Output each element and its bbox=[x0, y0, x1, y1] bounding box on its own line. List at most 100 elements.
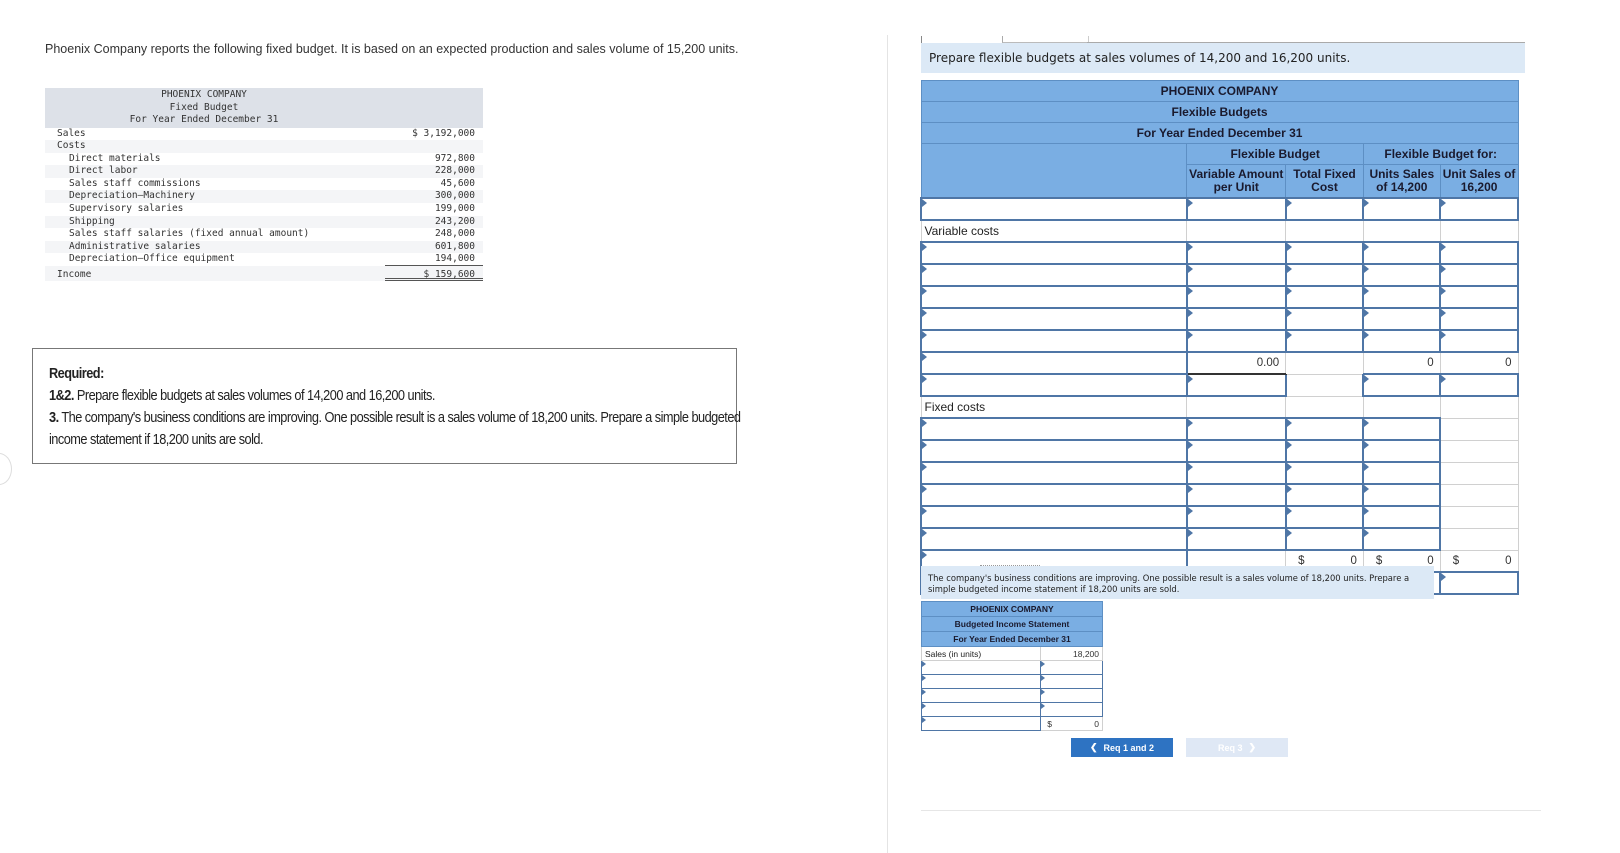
units-14200-input[interactable] bbox=[1362, 329, 1442, 353]
variable-amount-input[interactable] bbox=[1185, 285, 1287, 309]
amount-input[interactable] bbox=[1040, 660, 1103, 675]
units-14200-input[interactable] bbox=[1362, 197, 1442, 221]
amount-input[interactable] bbox=[1040, 702, 1103, 717]
fixed-budget-row: Administrative salaries 601,800 bbox=[45, 240, 483, 254]
empty-cell bbox=[1439, 219, 1519, 243]
units-14200-input[interactable] bbox=[1362, 373, 1442, 397]
units-14200-input[interactable] bbox=[1362, 417, 1442, 441]
variable-amount-input[interactable] bbox=[1185, 197, 1287, 221]
fixed-budget-row: Sales $ 3,192,000 bbox=[45, 128, 483, 141]
row-label-input[interactable] bbox=[920, 417, 1188, 441]
req12-text: Prepare flexible budgets at sales volume… bbox=[73, 388, 436, 404]
variable-amount-input[interactable] bbox=[1185, 505, 1287, 529]
row-label-input[interactable] bbox=[920, 263, 1188, 287]
units-16200-input[interactable] bbox=[1439, 263, 1519, 287]
variable-amount-input[interactable] bbox=[1185, 439, 1287, 463]
row-label-input[interactable] bbox=[920, 483, 1188, 507]
row-label-input[interactable] bbox=[920, 307, 1188, 331]
row-label-input[interactable] bbox=[920, 285, 1188, 309]
row-label-input[interactable] bbox=[920, 439, 1188, 463]
chevron-left-icon: ❮ bbox=[1089, 742, 1098, 752]
units-16200-cell bbox=[1439, 505, 1519, 529]
row-label-input[interactable] bbox=[920, 527, 1188, 551]
fixed-cost-input[interactable] bbox=[1284, 263, 1365, 287]
units-16200-input[interactable] bbox=[1439, 571, 1519, 595]
units-14200-input[interactable] bbox=[1362, 505, 1442, 529]
variable-amount-input[interactable] bbox=[1185, 461, 1287, 485]
row-label-input[interactable] bbox=[920, 351, 1188, 375]
variable-amount-input[interactable] bbox=[1185, 417, 1287, 441]
fixed-cost-input[interactable] bbox=[1284, 505, 1365, 529]
bottom-divider bbox=[921, 810, 1541, 811]
units-14200-input[interactable] bbox=[1362, 439, 1442, 463]
row-label-input[interactable] bbox=[920, 329, 1188, 353]
units-14200-input[interactable] bbox=[1362, 263, 1442, 287]
fixed-budget-period: For Year Ended December 31 bbox=[129, 114, 279, 125]
fixed-cost-input[interactable] bbox=[1284, 439, 1365, 463]
fixed-cost-input[interactable] bbox=[1284, 285, 1365, 309]
next-req-button[interactable]: Req 3 ❯ bbox=[1186, 738, 1288, 757]
fixed-budget-row: Sales staff commissions 45,600 bbox=[45, 178, 483, 191]
fixed-cost-input[interactable] bbox=[1284, 197, 1365, 221]
fixed-budget-row: Income $ 159,600 bbox=[45, 266, 483, 282]
row-label-input[interactable] bbox=[920, 505, 1188, 529]
units-14200-input[interactable] bbox=[1362, 461, 1442, 485]
amount-input[interactable] bbox=[1040, 674, 1103, 689]
row-value: $ 3,192,000 bbox=[412, 127, 475, 139]
amount-input[interactable] bbox=[1040, 688, 1103, 703]
flex-group-flexible-budget: Flexible Budget bbox=[1186, 143, 1364, 165]
units-16200-input[interactable] bbox=[1439, 285, 1519, 309]
units-14200-input[interactable] bbox=[1362, 241, 1442, 265]
variable-amount-input[interactable] bbox=[1185, 263, 1287, 287]
fixed-cost-input[interactable] bbox=[1284, 329, 1365, 353]
row-label: Administrative salaries bbox=[69, 240, 201, 252]
row-value: 248,000 bbox=[434, 228, 475, 240]
row-label: Depreciation—Machinery bbox=[69, 190, 195, 202]
req12-number: 1&2. bbox=[49, 388, 74, 404]
row-label-input[interactable] bbox=[920, 674, 1042, 689]
fixed-cost-input[interactable] bbox=[1284, 527, 1365, 551]
row-label-input[interactable] bbox=[920, 197, 1188, 221]
row-label-input[interactable] bbox=[920, 660, 1042, 675]
fixed-cost-input[interactable] bbox=[1284, 417, 1365, 441]
variable-amount-input[interactable] bbox=[1185, 373, 1287, 397]
row-label-input[interactable] bbox=[920, 688, 1042, 703]
units-14200-input[interactable] bbox=[1362, 527, 1442, 551]
variable-amount-input[interactable] bbox=[1185, 483, 1287, 507]
units-14200-input[interactable] bbox=[1362, 483, 1442, 507]
col-variable-amount: Variable Amount per Unit bbox=[1186, 164, 1287, 199]
flex-row-fixed bbox=[920, 417, 1519, 441]
prev-req-button[interactable]: ❮ Req 1 and 2 bbox=[1071, 738, 1173, 757]
row-label: Sales staff commissions bbox=[69, 177, 201, 189]
fixed-budget-row: Direct labor 228,000 bbox=[45, 165, 483, 178]
fixed-budget-title: Fixed Budget bbox=[169, 101, 239, 113]
problem-intro: Phoenix Company reports the following fi… bbox=[45, 42, 739, 56]
fixed-cost-input[interactable] bbox=[1284, 461, 1365, 485]
row-label-input[interactable] bbox=[920, 461, 1188, 485]
row-label-input[interactable] bbox=[920, 373, 1188, 397]
units-16200-input[interactable] bbox=[1439, 307, 1519, 331]
variable-amount-input[interactable] bbox=[1185, 329, 1287, 353]
variable-amount-input[interactable] bbox=[1185, 241, 1287, 265]
empty-cell bbox=[1439, 395, 1519, 419]
units-14200-input[interactable] bbox=[1362, 285, 1442, 309]
row-label-input[interactable] bbox=[920, 716, 1042, 731]
row-value: 199,000 bbox=[434, 203, 475, 215]
variable-amount-input[interactable] bbox=[1185, 307, 1287, 331]
fixed-cost-input[interactable] bbox=[1284, 307, 1365, 331]
units-16200-input[interactable] bbox=[1439, 197, 1519, 221]
tab-req3[interactable] bbox=[1002, 36, 1089, 43]
empty-cell bbox=[1285, 219, 1364, 243]
row-label-input[interactable] bbox=[920, 241, 1188, 265]
budgeted-income-table: PHOENIX COMPANY Budgeted Income Statemen… bbox=[920, 601, 1103, 731]
units-16200-input[interactable] bbox=[1439, 373, 1519, 397]
side-scroll-handle[interactable] bbox=[0, 453, 12, 485]
units-14200-input[interactable] bbox=[1362, 307, 1442, 331]
empty-cell bbox=[1285, 373, 1364, 397]
units-16200-input[interactable] bbox=[1439, 329, 1519, 353]
row-label-input[interactable] bbox=[920, 702, 1042, 717]
fixed-cost-input[interactable] bbox=[1284, 483, 1365, 507]
variable-amount-input[interactable] bbox=[1185, 527, 1287, 551]
units-16200-input[interactable] bbox=[1439, 241, 1519, 265]
fixed-cost-input[interactable] bbox=[1284, 241, 1365, 265]
